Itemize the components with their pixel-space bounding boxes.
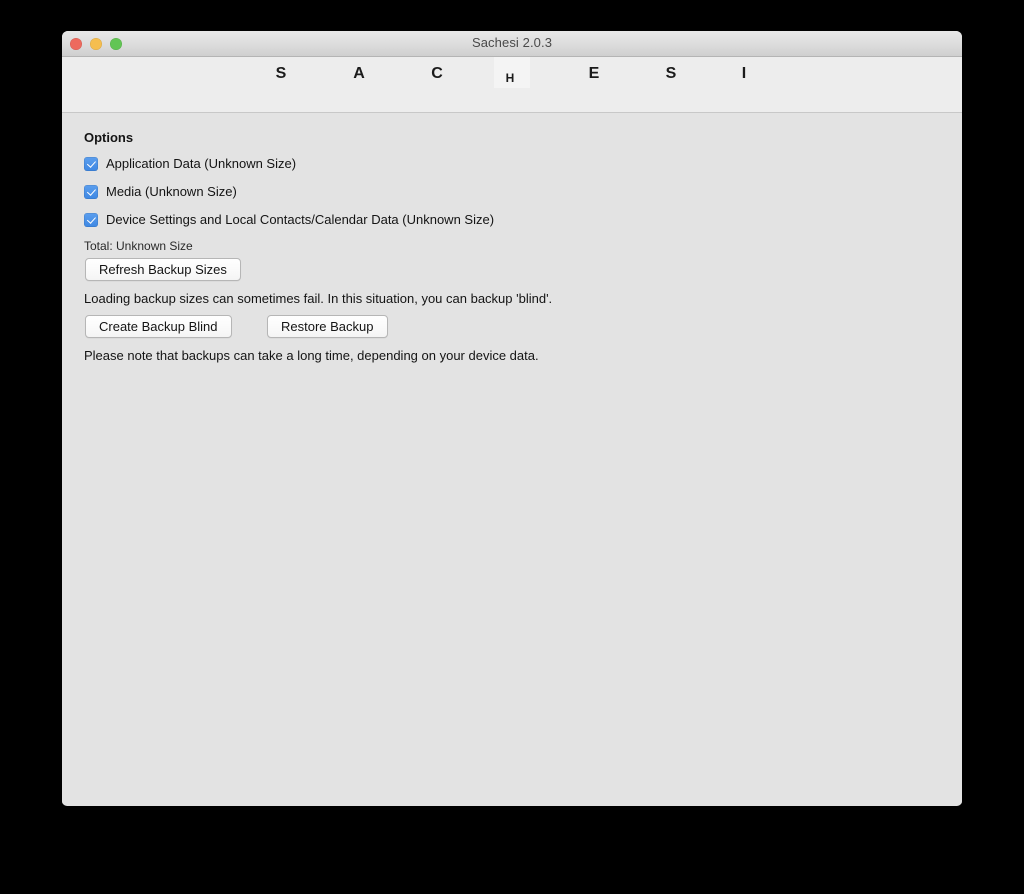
brand-letter-s-5: S (665, 65, 677, 82)
options-heading: Options (84, 130, 134, 145)
checkbox-label-media: Media (Unknown Size) (106, 184, 237, 199)
checkbox-label-application-data: Application Data (Unknown Size) (106, 156, 297, 171)
restore-backup-button[interactable]: Restore Backup (267, 315, 388, 338)
blind-backup-note: Loading backup sizes can sometimes fail.… (84, 291, 553, 306)
backup-duration-note: Please note that backups can take a long… (84, 348, 539, 363)
brand-letter-e-4: E (588, 65, 600, 82)
window-title: Sachesi 2.0.3 (471, 35, 553, 50)
toolbar: SACHESI DeviceExtractSearchBackupInstall (62, 57, 962, 136)
application-window: Sachesi 2.0.3 SACHESI DeviceExtractSearc… (62, 31, 962, 806)
brand-letter-s-0: S (275, 65, 287, 82)
screen: Sachesi 2.0.3 SACHESI DeviceExtractSearc… (0, 0, 1024, 894)
create-backup-blind-button[interactable]: Create Backup Blind (85, 315, 232, 338)
checkbox-row-media[interactable]: Media (Unknown Size) (84, 184, 237, 199)
checkbox-row-application-data[interactable]: Application Data (Unknown Size) (84, 156, 296, 171)
checkbox-label-device-settings: Device Settings and Local Contacts/Calen… (106, 212, 495, 227)
title-bar: Sachesi 2.0.3 (62, 31, 962, 57)
total-size-label: Total: Unknown Size (84, 239, 193, 253)
checkbox-media[interactable] (84, 184, 98, 199)
backup-panel: Options Application Data (Unknown Size) … (62, 113, 962, 804)
refresh-backup-sizes-button[interactable]: Refresh Backup Sizes (85, 258, 241, 281)
brand-letter-a-1: A (353, 65, 365, 82)
brand-letter-h-3: H (505, 71, 515, 85)
brand-letter-i-6: I (741, 65, 747, 82)
checkbox-application-data[interactable] (84, 156, 98, 171)
brand-letter-c-2: C (431, 65, 443, 82)
checkbox-row-device-settings[interactable]: Device Settings and Local Contacts/Calen… (84, 212, 494, 227)
checkbox-device-settings[interactable] (84, 212, 98, 227)
